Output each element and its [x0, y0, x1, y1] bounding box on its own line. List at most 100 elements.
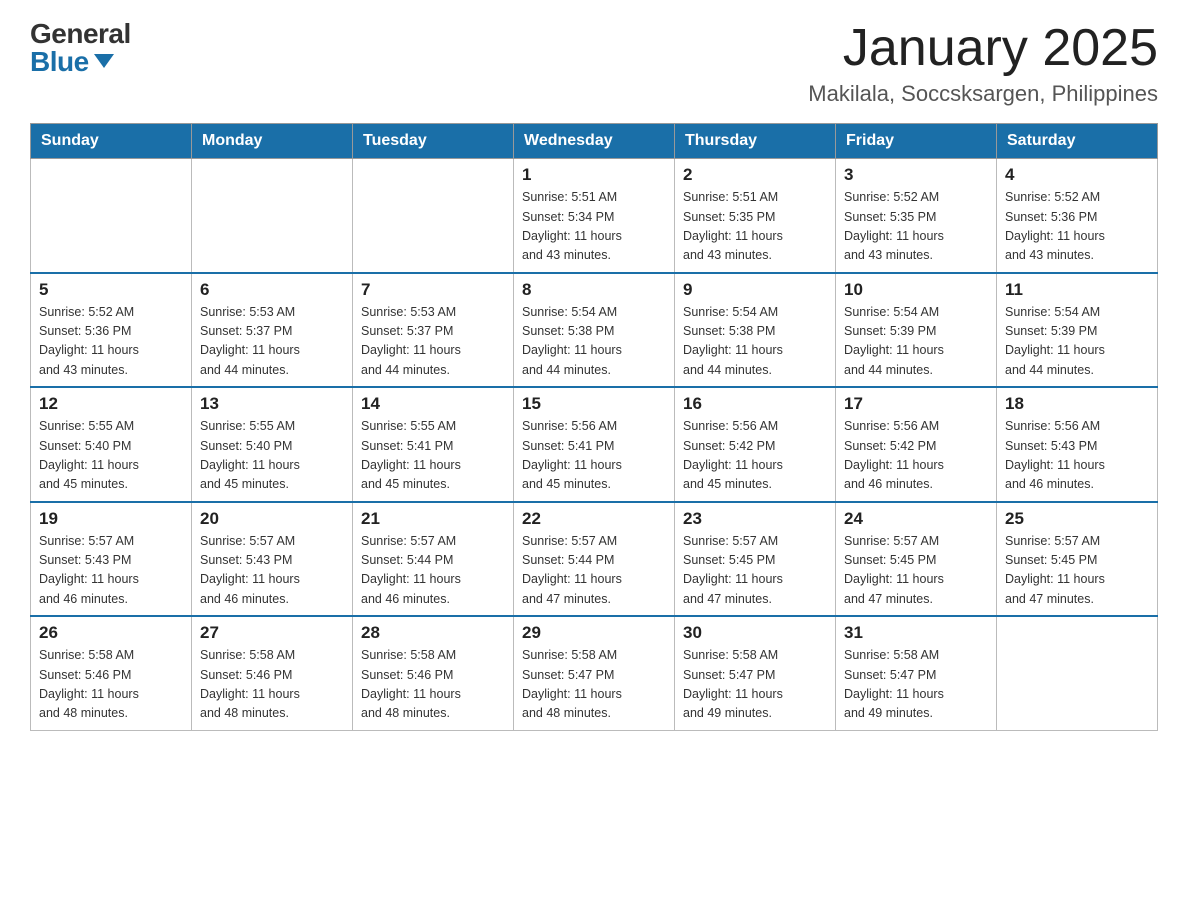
day-number: 19	[39, 509, 183, 529]
day-number: 11	[1005, 280, 1149, 300]
calendar-day-cell	[353, 159, 514, 273]
logo-blue-text: Blue	[30, 48, 114, 76]
title-block: January 2025 Makilala, Soccsksargen, Phi…	[808, 20, 1158, 107]
day-info: Sunrise: 5:56 AMSunset: 5:42 PMDaylight:…	[683, 417, 827, 495]
day-of-week-header-saturday: Saturday	[997, 124, 1158, 159]
calendar-day-cell: 17 Sunrise: 5:56 AMSunset: 5:42 PMDayligh…	[836, 387, 997, 502]
calendar-week-row: 5 Sunrise: 5:52 AMSunset: 5:36 PMDaylight…	[31, 273, 1158, 388]
day-number: 9	[683, 280, 827, 300]
day-number: 6	[200, 280, 344, 300]
day-info: Sunrise: 5:57 AMSunset: 5:45 PMDaylight:…	[683, 532, 827, 610]
calendar-week-row: 1 Sunrise: 5:51 AMSunset: 5:34 PMDaylight…	[31, 159, 1158, 273]
day-number: 30	[683, 623, 827, 643]
calendar-day-cell: 20 Sunrise: 5:57 AMSunset: 5:43 PMDayligh…	[192, 502, 353, 617]
day-info: Sunrise: 5:54 AMSunset: 5:38 PMDaylight:…	[683, 303, 827, 381]
logo: General Blue	[30, 20, 131, 76]
day-info: Sunrise: 5:51 AMSunset: 5:35 PMDaylight:…	[683, 188, 827, 266]
day-info: Sunrise: 5:57 AMSunset: 5:45 PMDaylight:…	[1005, 532, 1149, 610]
calendar-day-cell: 10 Sunrise: 5:54 AMSunset: 5:39 PMDayligh…	[836, 273, 997, 388]
calendar-title: January 2025	[808, 20, 1158, 77]
calendar-day-cell	[192, 159, 353, 273]
calendar-day-cell: 8Sunrise: 5:54 AMSunset: 5:38 PMDaylight…	[514, 273, 675, 388]
day-info: Sunrise: 5:53 AMSunset: 5:37 PMDaylight:…	[361, 303, 505, 381]
calendar-day-cell	[31, 159, 192, 273]
day-number: 4	[1005, 165, 1149, 185]
day-number: 3	[844, 165, 988, 185]
day-info: Sunrise: 5:52 AMSunset: 5:36 PMDaylight:…	[1005, 188, 1149, 266]
day-info: Sunrise: 5:53 AMSunset: 5:37 PMDaylight:…	[200, 303, 344, 381]
day-info: Sunrise: 5:55 AMSunset: 5:40 PMDaylight:…	[39, 417, 183, 495]
day-number: 24	[844, 509, 988, 529]
calendar-day-cell: 19Sunrise: 5:57 AMSunset: 5:43 PMDayligh…	[31, 502, 192, 617]
calendar-week-row: 19 Sunrise: 5:57 AMSunset: 5:43 PMDayligh…	[31, 502, 1158, 617]
day-info: Sunrise: 5:51 AMSunset: 5:34 PMDaylight:…	[522, 188, 666, 266]
calendar-table: SundayMondayTuesdayWednesdayThursdayFrid…	[30, 123, 1158, 731]
calendar-day-cell: 24 Sunrise: 5:57 AMSunset: 5:45 PMDayligh…	[836, 502, 997, 617]
day-info: Sunrise: 5:54 AMSunset: 5:39 PMDaylight:…	[844, 303, 988, 381]
day-info: Sunrise: 5:56 AMSunset: 5:41 PMDaylight:…	[522, 417, 666, 495]
day-info: Sunrise: 5:58 AMSunset: 5:47 PMDaylight:…	[522, 646, 666, 724]
day-number: 31	[844, 623, 988, 643]
day-info: Sunrise: 5:55 AMSunset: 5:40 PMDaylight:…	[200, 417, 344, 495]
calendar-day-cell	[997, 616, 1158, 730]
logo-triangle-icon	[94, 54, 114, 68]
calendar-day-cell: 16 Sunrise: 5:56 AMSunset: 5:42 PMDayligh…	[675, 387, 836, 502]
day-number: 17	[844, 394, 988, 414]
calendar-day-cell: 18 Sunrise: 5:56 AMSunset: 5:43 PMDayligh…	[997, 387, 1158, 502]
logo-general-text: General	[30, 20, 131, 48]
calendar-day-cell: 12Sunrise: 5:55 AMSunset: 5:40 PMDayligh…	[31, 387, 192, 502]
calendar-day-cell: 1 Sunrise: 5:51 AMSunset: 5:34 PMDaylight…	[514, 159, 675, 273]
page-header: General Blue January 2025 Makilala, Socc…	[30, 20, 1158, 107]
day-info: Sunrise: 5:56 AMSunset: 5:42 PMDaylight:…	[844, 417, 988, 495]
day-number: 21	[361, 509, 505, 529]
day-info: Sunrise: 5:54 AMSunset: 5:38 PMDaylight:…	[522, 303, 666, 381]
day-info: Sunrise: 5:54 AMSunset: 5:39 PMDaylight:…	[1005, 303, 1149, 381]
day-of-week-header-tuesday: Tuesday	[353, 124, 514, 159]
day-of-week-header-sunday: Sunday	[31, 124, 192, 159]
calendar-week-row: 12Sunrise: 5:55 AMSunset: 5:40 PMDayligh…	[31, 387, 1158, 502]
calendar-day-cell: 13 Sunrise: 5:55 AMSunset: 5:40 PMDayligh…	[192, 387, 353, 502]
calendar-day-cell: 14Sunrise: 5:55 AMSunset: 5:41 PMDayligh…	[353, 387, 514, 502]
day-info: Sunrise: 5:55 AMSunset: 5:41 PMDaylight:…	[361, 417, 505, 495]
day-number: 1	[522, 165, 666, 185]
calendar-week-row: 26 Sunrise: 5:58 AMSunset: 5:46 PMDayligh…	[31, 616, 1158, 730]
calendar-day-cell: 31Sunrise: 5:58 AMSunset: 5:47 PMDayligh…	[836, 616, 997, 730]
calendar-day-cell: 29 Sunrise: 5:58 AMSunset: 5:47 PMDayligh…	[514, 616, 675, 730]
day-number: 10	[844, 280, 988, 300]
day-info: Sunrise: 5:56 AMSunset: 5:43 PMDaylight:…	[1005, 417, 1149, 495]
day-number: 20	[200, 509, 344, 529]
day-number: 29	[522, 623, 666, 643]
day-number: 2	[683, 165, 827, 185]
day-info: Sunrise: 5:57 AMSunset: 5:44 PMDaylight:…	[522, 532, 666, 610]
day-number: 13	[200, 394, 344, 414]
day-info: Sunrise: 5:57 AMSunset: 5:43 PMDaylight:…	[200, 532, 344, 610]
day-info: Sunrise: 5:57 AMSunset: 5:45 PMDaylight:…	[844, 532, 988, 610]
calendar-day-cell: 15Sunrise: 5:56 AMSunset: 5:41 PMDayligh…	[514, 387, 675, 502]
day-number: 27	[200, 623, 344, 643]
calendar-day-cell: 2 Sunrise: 5:51 AMSunset: 5:35 PMDaylight…	[675, 159, 836, 273]
day-of-week-header-wednesday: Wednesday	[514, 124, 675, 159]
day-number: 18	[1005, 394, 1149, 414]
calendar-header-row: SundayMondayTuesdayWednesdayThursdayFrid…	[31, 124, 1158, 159]
day-of-week-header-thursday: Thursday	[675, 124, 836, 159]
calendar-day-cell: 25 Sunrise: 5:57 AMSunset: 5:45 PMDayligh…	[997, 502, 1158, 617]
day-of-week-header-friday: Friday	[836, 124, 997, 159]
day-info: Sunrise: 5:58 AMSunset: 5:46 PMDaylight:…	[39, 646, 183, 724]
calendar-day-cell: 4 Sunrise: 5:52 AMSunset: 5:36 PMDaylight…	[997, 159, 1158, 273]
day-info: Sunrise: 5:58 AMSunset: 5:46 PMDaylight:…	[200, 646, 344, 724]
calendar-subtitle: Makilala, Soccsksargen, Philippines	[808, 81, 1158, 107]
calendar-day-cell: 9 Sunrise: 5:54 AMSunset: 5:38 PMDaylight…	[675, 273, 836, 388]
calendar-day-cell: 22Sunrise: 5:57 AMSunset: 5:44 PMDayligh…	[514, 502, 675, 617]
day-number: 16	[683, 394, 827, 414]
calendar-day-cell: 7Sunrise: 5:53 AMSunset: 5:37 PMDaylight…	[353, 273, 514, 388]
day-info: Sunrise: 5:52 AMSunset: 5:35 PMDaylight:…	[844, 188, 988, 266]
day-number: 25	[1005, 509, 1149, 529]
calendar-day-cell: 21Sunrise: 5:57 AMSunset: 5:44 PMDayligh…	[353, 502, 514, 617]
day-of-week-header-monday: Monday	[192, 124, 353, 159]
day-info: Sunrise: 5:52 AMSunset: 5:36 PMDaylight:…	[39, 303, 183, 381]
calendar-day-cell: 5 Sunrise: 5:52 AMSunset: 5:36 PMDaylight…	[31, 273, 192, 388]
calendar-day-cell: 26 Sunrise: 5:58 AMSunset: 5:46 PMDayligh…	[31, 616, 192, 730]
day-number: 5	[39, 280, 183, 300]
day-info: Sunrise: 5:58 AMSunset: 5:47 PMDaylight:…	[683, 646, 827, 724]
day-number: 26	[39, 623, 183, 643]
